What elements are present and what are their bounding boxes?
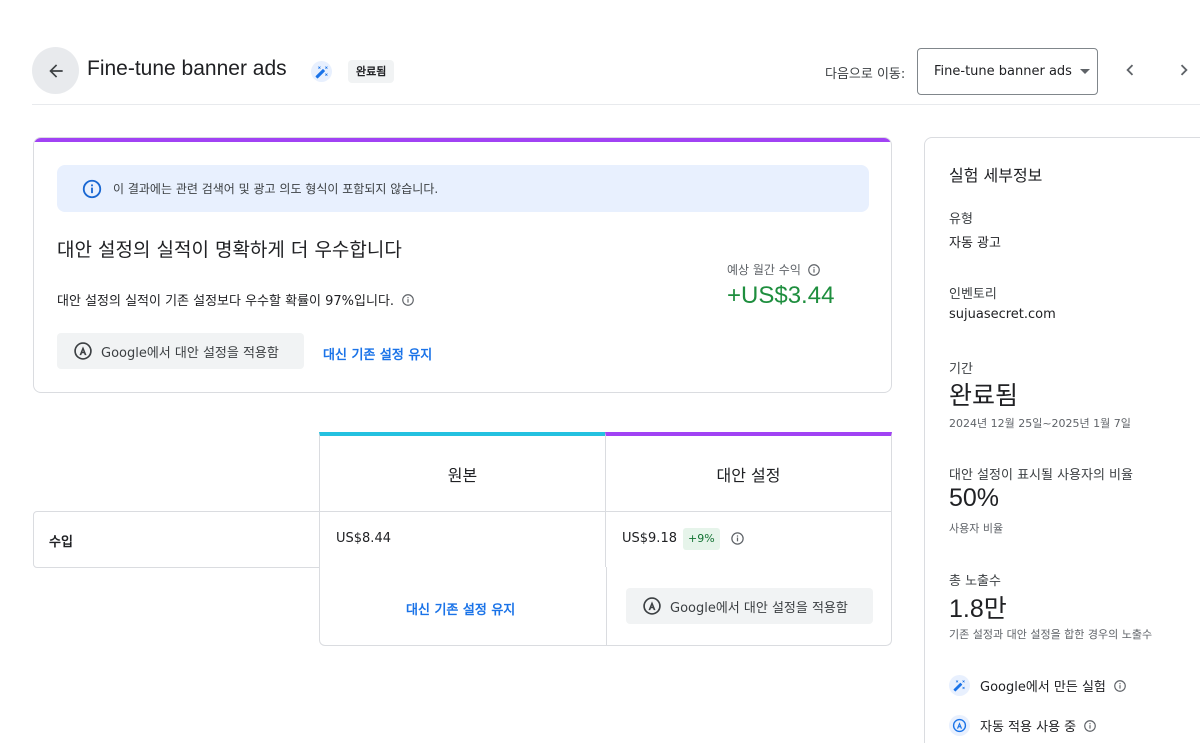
experiment-select-value: Fine-tune banner ads: [934, 64, 1072, 79]
status-badge: 완료됨: [348, 60, 395, 83]
column-header-alternative: 대안 설정: [605, 432, 892, 511]
dropdown-caret-icon: [1079, 69, 1090, 74]
goto-label: 다음으로 이동:: [825, 67, 906, 82]
impressions-value: 1.8만: [949, 595, 1007, 623]
header-divider: [32, 104, 1200, 105]
experiment-details-panel: 실험 세부정보 유형 자동 광고 인벤토리 sujuasecret.com 기간…: [924, 137, 1200, 743]
info-icon: [82, 179, 102, 198]
share-label: 대안 설정이 표시될 사용자의 비율: [949, 468, 1133, 483]
result-description-text: 대안 설정의 실적이 기존 설정보다 우수할 확률이 97%입니다.: [57, 294, 395, 309]
apply-alternative-label: Google에서 대안 설정을 적용함: [670, 600, 848, 616]
next-button[interactable]: [1172, 58, 1196, 82]
type-label: 유형: [949, 212, 973, 227]
result-description: 대안 설정의 실적이 기존 설정보다 우수할 확률이 97%입니다.: [57, 290, 415, 309]
keep-original-link[interactable]: 대신 기존 설정 유지: [323, 344, 432, 363]
panel-title: 실험 세부정보: [949, 166, 1043, 185]
period-value: 완료됨: [949, 382, 1019, 410]
auto-apply-icon: [74, 342, 92, 360]
back-arrow-icon: [48, 63, 63, 78]
result-card: 이 결과에는 관련 검색어 및 광고 의도 형식이 포함되지 않습니다. 대안 …: [33, 137, 892, 393]
flag-google-created-text: Google에서 만든 실험: [980, 680, 1106, 695]
info-icon[interactable]: [807, 263, 821, 277]
flag-auto-apply-text: 자동 적용 사용 중: [980, 720, 1077, 735]
info-banner: 이 결과에는 관련 검색어 및 광고 의도 형식이 포함되지 않습니다.: [57, 165, 869, 212]
column-header-original: 원본: [319, 432, 606, 511]
row-label: 수입: [49, 535, 73, 550]
page-title: Fine-tune banner ads: [87, 57, 287, 80]
chevron-right-icon: [1180, 64, 1188, 76]
share-sub: 사용자 비율: [949, 522, 1004, 535]
impressions-sub: 기존 설정과 대안 설정을 합한 경우의 노출수: [949, 628, 1153, 641]
type-value: 자동 광고: [949, 236, 1001, 251]
apply-alternative-button[interactable]: Google에서 대안 설정을 적용함: [626, 588, 873, 624]
delta-badge: +9%: [683, 528, 720, 550]
chevron-left-icon: [1126, 64, 1134, 76]
estimated-revenue-value: +US$3.44: [727, 282, 835, 309]
inventory-value: sujuasecret.com: [949, 307, 1056, 322]
impressions-label: 총 노출수: [949, 574, 1001, 589]
divider: [605, 512, 606, 567]
share-value: 50%: [949, 484, 1000, 512]
divider: [606, 567, 607, 645]
inventory-label: 인벤토리: [949, 287, 997, 302]
keep-original-link[interactable]: 대신 기존 설정 유지: [406, 599, 515, 618]
info-icon[interactable]: [730, 531, 745, 546]
result-card-accent: [34, 138, 891, 142]
table-row: 수입 US$8.44 US$9.18 +9%: [33, 511, 892, 568]
flag-auto-apply: 자동 적용 사용 중: [949, 715, 1097, 736]
previous-button[interactable]: [1118, 58, 1142, 82]
magic-wand-icon: [949, 675, 970, 696]
auto-apply-icon: [643, 597, 661, 615]
info-icon[interactable]: [1113, 679, 1127, 693]
period-dates: 2024년 12월 25일~2025년 1월 7일: [949, 417, 1131, 430]
apply-alternative-button[interactable]: Google에서 대안 설정을 적용함: [57, 333, 304, 369]
back-button[interactable]: [32, 47, 79, 94]
experiment-select[interactable]: Fine-tune banner ads: [917, 48, 1098, 95]
divider: [319, 512, 320, 567]
table-actions-row: 대신 기존 설정 유지 Google에서 대안 설정을 적용함: [319, 567, 892, 646]
period-label: 기간: [949, 362, 973, 377]
original-value: US$8.44: [336, 531, 391, 546]
apply-alternative-label: Google에서 대안 설정을 적용함: [101, 345, 279, 361]
magic-wand-icon: [311, 61, 332, 82]
estimated-revenue-label: 예상 월간 수익: [727, 261, 821, 278]
alternative-value: US$9.18: [622, 531, 677, 546]
info-icon[interactable]: [401, 293, 415, 307]
info-banner-text: 이 결과에는 관련 검색어 및 광고 의도 형식이 포함되지 않습니다.: [113, 182, 439, 196]
auto-apply-icon: [949, 715, 970, 736]
result-headline: 대안 설정의 실적이 명확하게 더 우수합니다: [57, 239, 402, 261]
flag-google-created: Google에서 만든 실험: [949, 675, 1127, 696]
info-icon[interactable]: [1083, 719, 1097, 733]
estimated-revenue-label-text: 예상 월간 수익: [727, 263, 801, 277]
